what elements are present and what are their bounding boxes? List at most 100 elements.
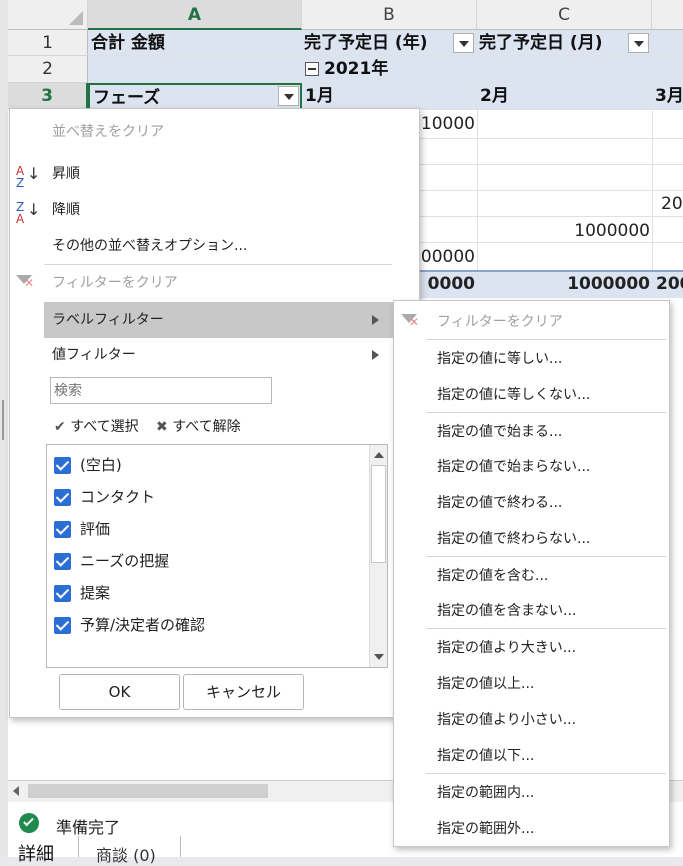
submenu-item[interactable]: 指定の値で終わらない... [394, 521, 669, 557]
checkbox[interactable] [54, 585, 71, 602]
row-header-1[interactable]: 1 [8, 30, 88, 56]
submenu-item[interactable]: 指定の値を含まない... [394, 593, 669, 629]
more-sort-options-item[interactable]: その他の並べ替えオプション... [10, 228, 419, 264]
collapse-icon[interactable] [305, 62, 319, 76]
submenu-item[interactable]: 指定の値で終わる... [394, 485, 669, 521]
checkbox[interactable] [54, 553, 71, 570]
sort-ascending-item[interactable]: AZ ↓ 昇順 [10, 156, 419, 192]
sort-asc-label: 昇順 [52, 166, 80, 182]
sort-descending-item[interactable]: ZA ↓ 降順 [10, 192, 419, 228]
submenu-item[interactable]: 指定の範囲外... [394, 811, 669, 847]
list-item[interactable]: (空白) [10, 452, 310, 480]
clear-sort-item[interactable]: 並べ替えをクリア [10, 114, 419, 150]
menu-separator [426, 773, 666, 774]
cell-a1[interactable]: 合計 金額 [88, 30, 302, 56]
list-item[interactable]: コンタクト [10, 484, 310, 512]
submenu-item[interactable]: 指定の範囲内... [394, 775, 669, 811]
status-text: 準備完了 [56, 818, 121, 837]
row-header-3[interactable]: 3 [8, 83, 88, 110]
column-header-b[interactable]: B [302, 0, 477, 30]
value-filter-item[interactable]: 値フィルター [10, 337, 419, 373]
checkbox[interactable] [54, 521, 71, 538]
ok-button[interactable]: OK [59, 674, 180, 710]
cell-d1[interactable] [652, 30, 683, 56]
year-label: 2021年 [324, 59, 389, 79]
clear-filter-label: フィルターをクリア [52, 275, 178, 291]
submenu-item[interactable]: 指定の値に等しくない... [394, 377, 669, 413]
cancel-button[interactable]: キャンセル [183, 674, 304, 710]
checkbox[interactable] [54, 489, 71, 506]
list-item-label: コンタクト [80, 488, 156, 506]
total-value[interactable]: 1000000 [510, 274, 650, 294]
total-value[interactable]: 200 [652, 274, 683, 294]
value-filter-label: 値フィルター [52, 347, 136, 363]
check-circle-icon [19, 813, 39, 833]
submenu-item[interactable]: 指定の値以上... [394, 666, 669, 702]
search-input[interactable] [50, 377, 272, 404]
filter-dropdown-year[interactable] [453, 33, 474, 53]
cell-b3[interactable]: 1月 [302, 83, 477, 110]
tab-deals[interactable]: 商談 (0) [96, 842, 156, 866]
clear-filter-item[interactable]: ✕ フィルターをクリア [10, 265, 419, 301]
cell-c3[interactable]: 2月 [477, 83, 652, 110]
scroll-left-icon[interactable] [13, 786, 19, 796]
data-area [420, 110, 683, 270]
checkbox[interactable] [54, 457, 71, 474]
list-item[interactable]: ニーズの把握 [10, 548, 310, 576]
column-header-d[interactable] [652, 0, 683, 30]
cell-d3[interactable]: 3月 [652, 83, 683, 110]
cell-value[interactable]: 20 [655, 194, 683, 214]
cell-c1-label: 完了予定日 (月) [479, 33, 603, 53]
cell-c1[interactable]: 完了予定日 (月) [477, 30, 652, 56]
scroll-down-icon[interactable] [374, 654, 384, 660]
submenu-clear-filter-item[interactable]: ✕ フィルターをクリア [394, 304, 669, 340]
submenu-item[interactable]: 指定の値で始まらない... [394, 449, 669, 485]
filter-menu: 並べ替えをクリア AZ ↓ 昇順 ZA ↓ 降順 その他の並べ替えオプション..… [9, 108, 420, 718]
column-header-c[interactable]: C [477, 0, 652, 30]
list-item-label: (空白) [80, 456, 122, 474]
select-all-label: すべて選択 [70, 419, 139, 435]
submenu-arrow-icon [372, 315, 379, 325]
list-item-label: 評価 [80, 520, 111, 538]
cell-b1[interactable]: 完了予定日 (年) [302, 30, 477, 56]
list-item[interactable]: 評価 [10, 516, 310, 544]
submenu-item[interactable]: 指定の値で始まる... [394, 414, 669, 450]
list-scrollbar[interactable] [369, 445, 387, 667]
list-item[interactable]: 提案 [10, 580, 310, 608]
cell-a3[interactable]: フェーズ [88, 83, 302, 110]
sort-desc-icon: ZA [16, 200, 25, 226]
tab-detail[interactable]: 詳細 [18, 840, 54, 866]
submenu-item[interactable]: 指定の値を含む... [394, 558, 669, 594]
submenu-item[interactable]: 指定の値より大きい... [394, 630, 669, 666]
cell-value[interactable]: 00000 [415, 247, 475, 267]
select-all-link[interactable]: ✔ すべて選択 [54, 416, 139, 436]
row-header-2[interactable]: 2 [8, 56, 88, 83]
cell-value[interactable]: 10000 [415, 114, 475, 134]
submenu-item[interactable]: 指定の値より小さい... [394, 702, 669, 738]
label-filter-label: ラベルフィルター [52, 312, 164, 328]
checkmark-icon: ✔ [54, 419, 66, 435]
cell-b2[interactable]: 2021年 [302, 56, 683, 83]
deselect-all-link[interactable]: ✖ すべて解除 [156, 416, 241, 436]
tab-divider [78, 836, 79, 857]
list-scroll-thumb[interactable] [371, 465, 386, 563]
total-value[interactable]: 0000 [415, 274, 475, 294]
submenu-item[interactable]: 指定の値以下... [394, 738, 669, 774]
scrollbar-thumb[interactable] [28, 784, 268, 798]
phase-label: フェーズ [93, 88, 161, 108]
select-all-corner[interactable] [8, 0, 88, 30]
column-header-a[interactable]: A [88, 0, 302, 30]
cell-a2[interactable] [88, 56, 302, 83]
cell-value[interactable]: 1000000 [510, 221, 650, 241]
submenu-clear-filter-label: フィルターをクリア [437, 314, 563, 330]
label-filter-item[interactable]: ラベルフィルター [44, 302, 419, 338]
submenu-item[interactable]: 指定の値に等しい... [394, 341, 669, 377]
window-frame [0, 0, 8, 857]
filter-dropdown-phase[interactable] [278, 86, 299, 106]
list-item[interactable]: 予算/決定者の確認 [10, 612, 310, 640]
deselect-all-label: すべて解除 [172, 419, 241, 435]
sort-asc-icon: AZ [16, 164, 25, 190]
filter-dropdown-month[interactable] [628, 33, 649, 53]
scroll-up-icon[interactable] [374, 452, 384, 458]
checkbox[interactable] [54, 617, 71, 634]
